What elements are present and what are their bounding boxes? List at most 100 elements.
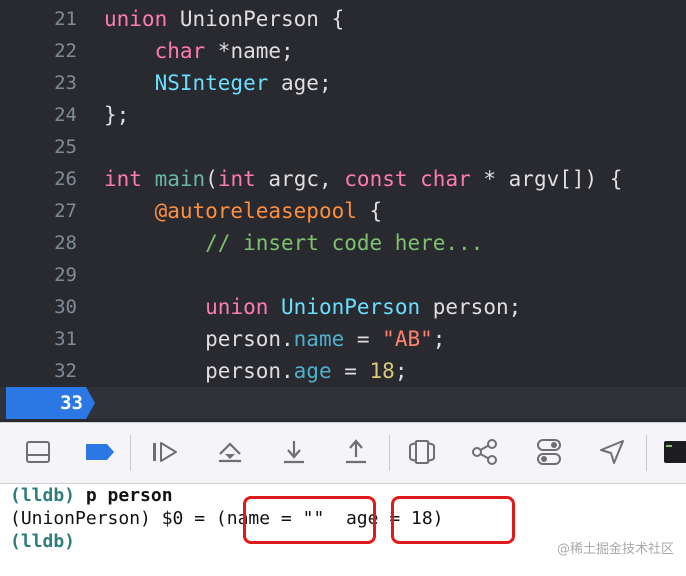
line-number[interactable]: 29 <box>0 259 77 291</box>
code-line[interactable]: 21 union UnionPerson { <box>0 3 686 35</box>
code-token: 18 <box>369 359 395 383</box>
code-token: @autoreleasepool <box>154 199 357 223</box>
breakpoint-icon <box>86 444 114 460</box>
toolbar-divider <box>646 435 647 471</box>
code-text: person.name = "AB"; <box>104 323 445 355</box>
line-number[interactable]: 23 <box>0 67 77 99</box>
code-text: union UnionPerson { <box>104 3 344 35</box>
code-token: argc, <box>255 167 345 191</box>
code-token: = <box>331 359 370 383</box>
code-token: }; <box>104 103 130 127</box>
code-text: char *name; <box>104 35 294 67</box>
code-line[interactable]: 23 NSInteger age; <box>0 67 686 99</box>
code-token: ( <box>205 167 218 191</box>
debug-memory-graph-button[interactable] <box>469 436 501 468</box>
step-into-icon <box>284 441 304 464</box>
code-token: int <box>217 167 256 191</box>
code-token: * argv[]) { <box>470 167 623 191</box>
code-token: person. <box>104 359 294 383</box>
watermark: @稀土掘金技术社区 <box>556 542 674 557</box>
line-number[interactable]: 30 <box>0 291 77 323</box>
memory-graph-icon <box>472 439 497 465</box>
hide-debug-area-button[interactable] <box>22 436 54 468</box>
code-token: int <box>104 167 142 191</box>
code-token: name <box>293 327 345 351</box>
panel-bottom-icon <box>26 441 50 463</box>
console-line-prompt: (lldb) <box>10 530 75 553</box>
view-hierarchy-icon <box>409 440 435 464</box>
location-arrow-icon <box>600 440 624 464</box>
console-command: p person <box>75 485 173 506</box>
code-line[interactable]: 25 <box>0 131 686 163</box>
code-token: "AB" <box>382 327 433 351</box>
step-out-button[interactable] <box>340 436 372 468</box>
debug-view-hierarchy-button[interactable] <box>406 436 438 468</box>
line-number[interactable]: 24 <box>0 99 77 131</box>
code-line[interactable]: 30 union UnionPerson person; <box>0 291 686 323</box>
code-token: const <box>344 167 408 191</box>
code-editor[interactable]: 21 union UnionPerson {22 char *name; 23 NS… <box>0 0 686 422</box>
code-token: age <box>293 359 332 383</box>
code-token: *name; <box>205 39 294 63</box>
code-line[interactable]: 28 // insert code here... <box>0 227 686 259</box>
code-token: char <box>154 39 206 63</box>
breakpoints-toggle-button[interactable] <box>84 436 116 468</box>
code-line[interactable]: 26 int main(int argc, const char * argv[]… <box>0 163 686 195</box>
code-token: age; <box>268 71 332 95</box>
line-number[interactable]: 26 <box>0 163 77 195</box>
toggles-icon <box>537 439 561 465</box>
code-line[interactable]: 22 char *name; <box>0 35 686 67</box>
code-text: person.age = 18; <box>104 355 407 387</box>
code-text: NSInteger age; <box>104 67 332 99</box>
code-token: main <box>154 167 206 191</box>
lldb-prompt: (lldb) <box>10 531 76 552</box>
code-line[interactable]: 24}; <box>0 99 686 131</box>
code-line[interactable]: 29 <box>0 259 686 291</box>
line-number[interactable]: 27 <box>0 195 77 227</box>
continue-icon <box>153 442 177 462</box>
breakpoint-line-number: 33 <box>60 392 83 414</box>
code-token: UnionPerson <box>281 295 421 319</box>
console-button[interactable] <box>660 436 686 468</box>
console-line-command: (lldb) p person <box>10 484 173 507</box>
simulate-location-button[interactable] <box>596 436 628 468</box>
breakpoint-marker[interactable]: 33 <box>6 387 96 419</box>
code-line[interactable]: 32 person.age = 18; <box>0 355 686 387</box>
highlight-box-age <box>391 496 515 544</box>
output-prefix: (UnionPerson) $0 = <box>10 508 216 529</box>
toolbar-divider <box>389 435 390 471</box>
console-line-output: (UnionPerson) $0 = (name = "" age = 18) <box>10 507 444 530</box>
highlight-box-name <box>243 496 376 544</box>
line-number[interactable]: 22 <box>0 35 77 67</box>
code-token: ; <box>394 359 408 383</box>
terminal-icon <box>664 441 686 463</box>
code-line[interactable]: 27 @autoreleasepool { <box>0 195 686 227</box>
step-over-button[interactable] <box>214 436 246 468</box>
code-token: { <box>356 199 383 223</box>
line-number[interactable]: 21 <box>0 3 77 35</box>
code-token: UnionPerson { <box>167 7 345 31</box>
continue-button[interactable] <box>148 436 180 468</box>
step-into-button[interactable] <box>278 436 310 468</box>
line-number[interactable]: 31 <box>0 323 77 355</box>
line-number[interactable]: 32 <box>0 355 77 387</box>
line-number[interactable]: 25 <box>0 131 77 163</box>
code-token: person; <box>420 295 522 319</box>
code-token: // insert code here... <box>205 231 484 255</box>
line-number[interactable]: 28 <box>0 227 77 259</box>
code-text: @autoreleasepool { <box>104 195 383 227</box>
step-over-icon <box>219 442 241 463</box>
code-token: person. <box>104 327 294 351</box>
step-out-icon <box>346 439 366 464</box>
current-line-highlight <box>0 387 686 419</box>
code-token: char <box>420 167 471 191</box>
environment-overrides-button[interactable] <box>533 436 565 468</box>
code-line[interactable]: 31 person.name = "AB"; <box>0 323 686 355</box>
code-token: NSInteger <box>154 71 269 95</box>
code-token: ; <box>432 327 446 351</box>
